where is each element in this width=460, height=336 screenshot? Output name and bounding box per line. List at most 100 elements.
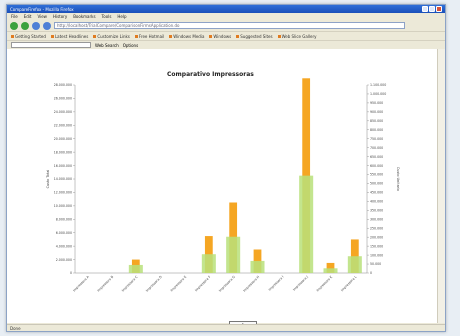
y-tick-label: 22.000.000 bbox=[54, 123, 72, 127]
page-content: Comparativo Impressoras 28.000.000 26.000… bbox=[7, 49, 445, 330]
menu-file[interactable]: File bbox=[11, 14, 18, 19]
y2-tick-label: 600.000 bbox=[370, 164, 383, 168]
bar-unit bbox=[250, 260, 265, 273]
bookmark-item[interactable]: Windows Media bbox=[169, 34, 204, 39]
web-search-button[interactable]: Web Search bbox=[95, 43, 119, 48]
y-tick-label: 20.000.000 bbox=[54, 137, 72, 141]
y2-tick-label: 150.000 bbox=[370, 244, 383, 248]
x-tick-label: Impressora I bbox=[268, 275, 285, 292]
title-bar: CompareFirefox - Mozilla Firefox bbox=[7, 5, 445, 13]
y-tick-label: 2.000.000 bbox=[56, 258, 72, 262]
y-tick-label: 14.000.000 bbox=[54, 177, 72, 181]
y2-tick-label: 0 bbox=[370, 271, 372, 275]
status-bar: Done bbox=[7, 324, 445, 331]
bookmark-icon bbox=[50, 34, 54, 38]
bookmark-item[interactable]: Customize Links bbox=[93, 34, 130, 39]
x-tick-label: Impressora D bbox=[145, 274, 163, 292]
x-tick-label: Impressora B bbox=[97, 275, 115, 293]
bookmark-icon bbox=[209, 34, 213, 38]
bookmark-item[interactable]: Web Slice Gallery bbox=[277, 34, 317, 39]
y2-tick-label: 700.000 bbox=[370, 146, 383, 150]
y-tick-label: 26.000.000 bbox=[54, 97, 72, 101]
back-icon[interactable] bbox=[10, 21, 18, 30]
window-title: CompareFirefox - Mozilla Firefox bbox=[10, 6, 74, 12]
y2-tick-label: 950.000 bbox=[370, 101, 383, 105]
y2-tick-label: 550.000 bbox=[370, 173, 383, 177]
y-axis-label: Custo Total bbox=[46, 170, 50, 189]
bookmark-icon bbox=[93, 34, 97, 38]
search-toolbar: Web Search Options bbox=[7, 40, 445, 49]
y-tick-label: 0 bbox=[70, 271, 72, 275]
bookmark-icon bbox=[236, 34, 240, 38]
y-tick-label: 6.000.000 bbox=[56, 231, 72, 235]
browser-window: CompareFirefox - Mozilla Firefox File Ed… bbox=[6, 4, 446, 332]
y2-tick-label: 1.100.000 bbox=[370, 83, 386, 87]
y2-tick-label: 850.000 bbox=[370, 119, 383, 123]
menu-edit[interactable]: Edit bbox=[24, 14, 32, 19]
bookmark-item[interactable]: Getting Started bbox=[11, 34, 46, 39]
y-tick-label: 10.000.000 bbox=[54, 204, 72, 208]
y2-tick-label: 650.000 bbox=[370, 155, 383, 159]
bar-unit bbox=[128, 264, 143, 273]
x-tick-label: Impressora A bbox=[72, 274, 90, 292]
bar-unit bbox=[299, 175, 314, 273]
vertical-scrollbar[interactable] bbox=[437, 49, 445, 323]
y-tick-label: 12.000.000 bbox=[54, 191, 72, 195]
forward-icon[interactable] bbox=[21, 21, 29, 30]
y2-tick-label: 200.000 bbox=[370, 235, 383, 239]
x-tick-label: Impressora L bbox=[340, 275, 358, 293]
bar-unit bbox=[323, 268, 338, 273]
y-tick-label: 24.000.000 bbox=[54, 110, 72, 114]
y2-tick-label: 250.000 bbox=[370, 226, 383, 230]
navigation-bar: http://localhost/TrialCompare/Comparison… bbox=[7, 20, 445, 31]
y-tick-label: 28.000.000 bbox=[54, 83, 72, 87]
x-tick-label: Impressora C bbox=[121, 274, 139, 292]
bookmark-icon bbox=[277, 34, 281, 38]
bookmark-icon bbox=[11, 34, 14, 38]
options-button[interactable]: Options bbox=[123, 43, 138, 48]
menu-history[interactable]: History bbox=[53, 14, 67, 19]
y2-tick-label: 500.000 bbox=[370, 182, 383, 186]
y2-tick-label: 100.000 bbox=[370, 253, 383, 257]
menu-bar: File Edit View History Bookmarks Tools H… bbox=[7, 13, 445, 20]
bookmark-icon bbox=[169, 34, 173, 38]
bookmark-item[interactable]: Latest Headlines bbox=[50, 34, 88, 39]
menu-tools[interactable]: Tools bbox=[102, 14, 112, 19]
y-tick-label: 8.000.000 bbox=[56, 217, 72, 221]
x-tick-label: Impressora G bbox=[218, 275, 236, 293]
y-tick-label: 18.000.000 bbox=[54, 150, 72, 154]
bookmark-item[interactable]: Free Hotmail bbox=[134, 34, 164, 39]
y2-axis-label: Custo Unitario bbox=[396, 167, 400, 191]
minimize-button[interactable] bbox=[422, 6, 428, 12]
y2-tick-label: 1.000.000 bbox=[370, 92, 386, 96]
x-tick-label: Impressora H bbox=[242, 274, 260, 292]
bookmark-icon bbox=[134, 34, 138, 38]
x-tick-label: Impressora J bbox=[292, 275, 309, 292]
bookmark-item[interactable]: Windows bbox=[209, 34, 231, 39]
y2-tick-label: 750.000 bbox=[370, 137, 383, 141]
bar-unit bbox=[347, 256, 362, 273]
x-tick-label: Impressora K bbox=[316, 274, 334, 292]
bookmarks-bar: Getting Started Latest Headlines Customi… bbox=[7, 31, 445, 40]
maximize-button[interactable] bbox=[429, 6, 435, 12]
y2-tick-label: 900.000 bbox=[370, 110, 383, 114]
y2-tick-label: 300.000 bbox=[370, 217, 383, 221]
bar-unit bbox=[226, 236, 241, 273]
reload-icon[interactable] bbox=[32, 21, 40, 30]
search-input[interactable] bbox=[11, 42, 91, 48]
menu-bookmarks[interactable]: Bookmarks bbox=[73, 14, 95, 19]
address-bar[interactable]: http://localhost/TrialCompare/Comparison… bbox=[54, 22, 405, 29]
menu-view[interactable]: View bbox=[37, 14, 47, 19]
menu-help[interactable]: Help bbox=[117, 14, 126, 19]
y2-tick-label: 800.000 bbox=[370, 128, 383, 132]
y2-tick-label: 350.000 bbox=[370, 209, 383, 213]
home-icon[interactable] bbox=[43, 21, 51, 30]
y2-tick-label: 450.000 bbox=[370, 191, 383, 195]
y2-tick-label: 50.000 bbox=[370, 262, 381, 266]
bar-unit bbox=[201, 254, 216, 273]
bookmark-item[interactable]: Suggested Sites bbox=[236, 34, 273, 39]
close-button[interactable] bbox=[436, 6, 442, 12]
bar-chart: 28.000.000 26.000.000 24.000.000 22.000.000… bbox=[46, 78, 400, 293]
y-tick-label: 16.000.000 bbox=[54, 164, 72, 168]
x-tick-label: Impressora E bbox=[170, 275, 188, 293]
